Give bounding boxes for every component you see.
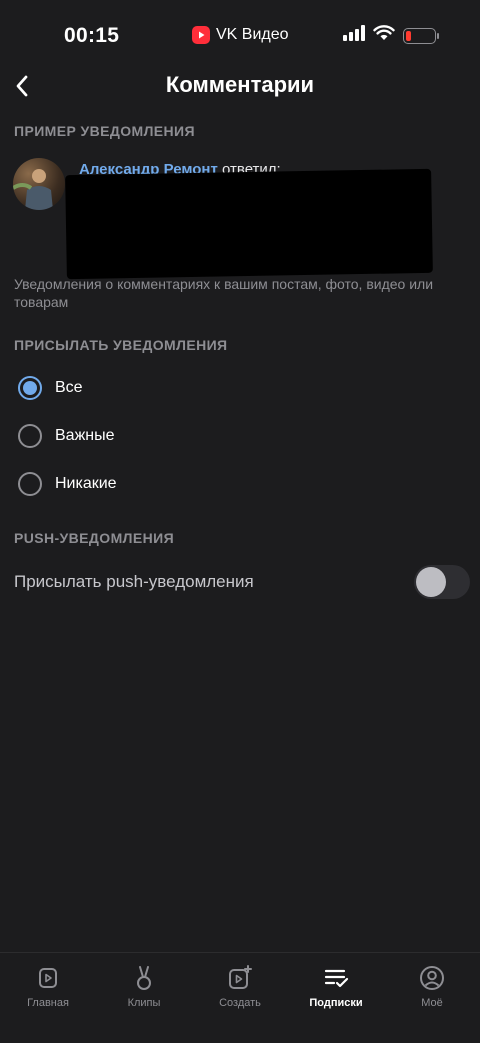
battery-icon	[403, 27, 439, 44]
battery-level	[406, 30, 411, 41]
radio-button[interactable]	[18, 424, 42, 448]
subscriptions-icon	[323, 965, 349, 991]
radio-label: Никакие	[55, 475, 117, 492]
radio-option-all[interactable]: Все	[0, 364, 480, 412]
profile-icon	[419, 965, 445, 991]
push-toggle-row[interactable]: Присылать push-уведомления	[0, 560, 480, 604]
example-description: Уведомления о комментариях к вашим поста…	[14, 276, 434, 310]
avatar	[13, 158, 65, 210]
clips-icon	[131, 965, 157, 991]
radio-label: Все	[55, 379, 83, 396]
status-time: 00:15	[64, 24, 120, 47]
vk-video-logo-icon	[192, 26, 210, 44]
tab-clips[interactable]: Клипы	[96, 953, 192, 1043]
status-indicators	[343, 25, 439, 46]
radio-label: Важные	[55, 427, 115, 444]
section-header-send: Присылать уведомления	[14, 337, 228, 353]
status-app-name: VK Видео	[216, 26, 289, 43]
tab-profile[interactable]: Моё	[384, 953, 480, 1043]
tab-label: Главная	[27, 997, 69, 1009]
tab-label: Подписки	[309, 997, 363, 1009]
page-title: Комментарии	[165, 72, 315, 97]
status-app-indicator[interactable]: VK Видео	[192, 24, 289, 46]
example-notification: Александр Ремонт ответил:	[0, 152, 480, 280]
radio-button[interactable]	[18, 472, 42, 496]
tab-label: Клипы	[127, 997, 161, 1009]
push-toggle-switch[interactable]	[414, 565, 470, 599]
section-header-example: Пример уведомления	[14, 123, 195, 139]
play-square-icon	[35, 965, 61, 991]
redaction-block	[65, 168, 433, 280]
tab-subscriptions[interactable]: Подписки	[288, 953, 384, 1043]
radio-button-checked[interactable]	[18, 376, 42, 400]
toggle-knob	[416, 567, 446, 597]
tab-label: Моё	[421, 997, 443, 1009]
tab-label: Создать	[219, 997, 261, 1009]
tab-bar: Главная Клипы Создать Подписки Моё	[0, 952, 480, 1043]
tab-create[interactable]: Создать	[192, 953, 288, 1043]
wifi-icon	[373, 25, 395, 46]
push-toggle-label: Присылать push-уведомления	[14, 572, 254, 591]
tab-home[interactable]: Главная	[0, 953, 96, 1043]
signal-icon	[343, 25, 365, 46]
nav-header: Комментарии	[0, 66, 480, 106]
radio-option-important[interactable]: Важные	[0, 412, 480, 460]
radio-option-none[interactable]: Никакие	[0, 460, 480, 508]
create-video-icon	[227, 965, 253, 991]
section-header-push: Push-уведомления	[14, 530, 175, 546]
status-bar: 00:15 VK Видео	[0, 0, 480, 66]
